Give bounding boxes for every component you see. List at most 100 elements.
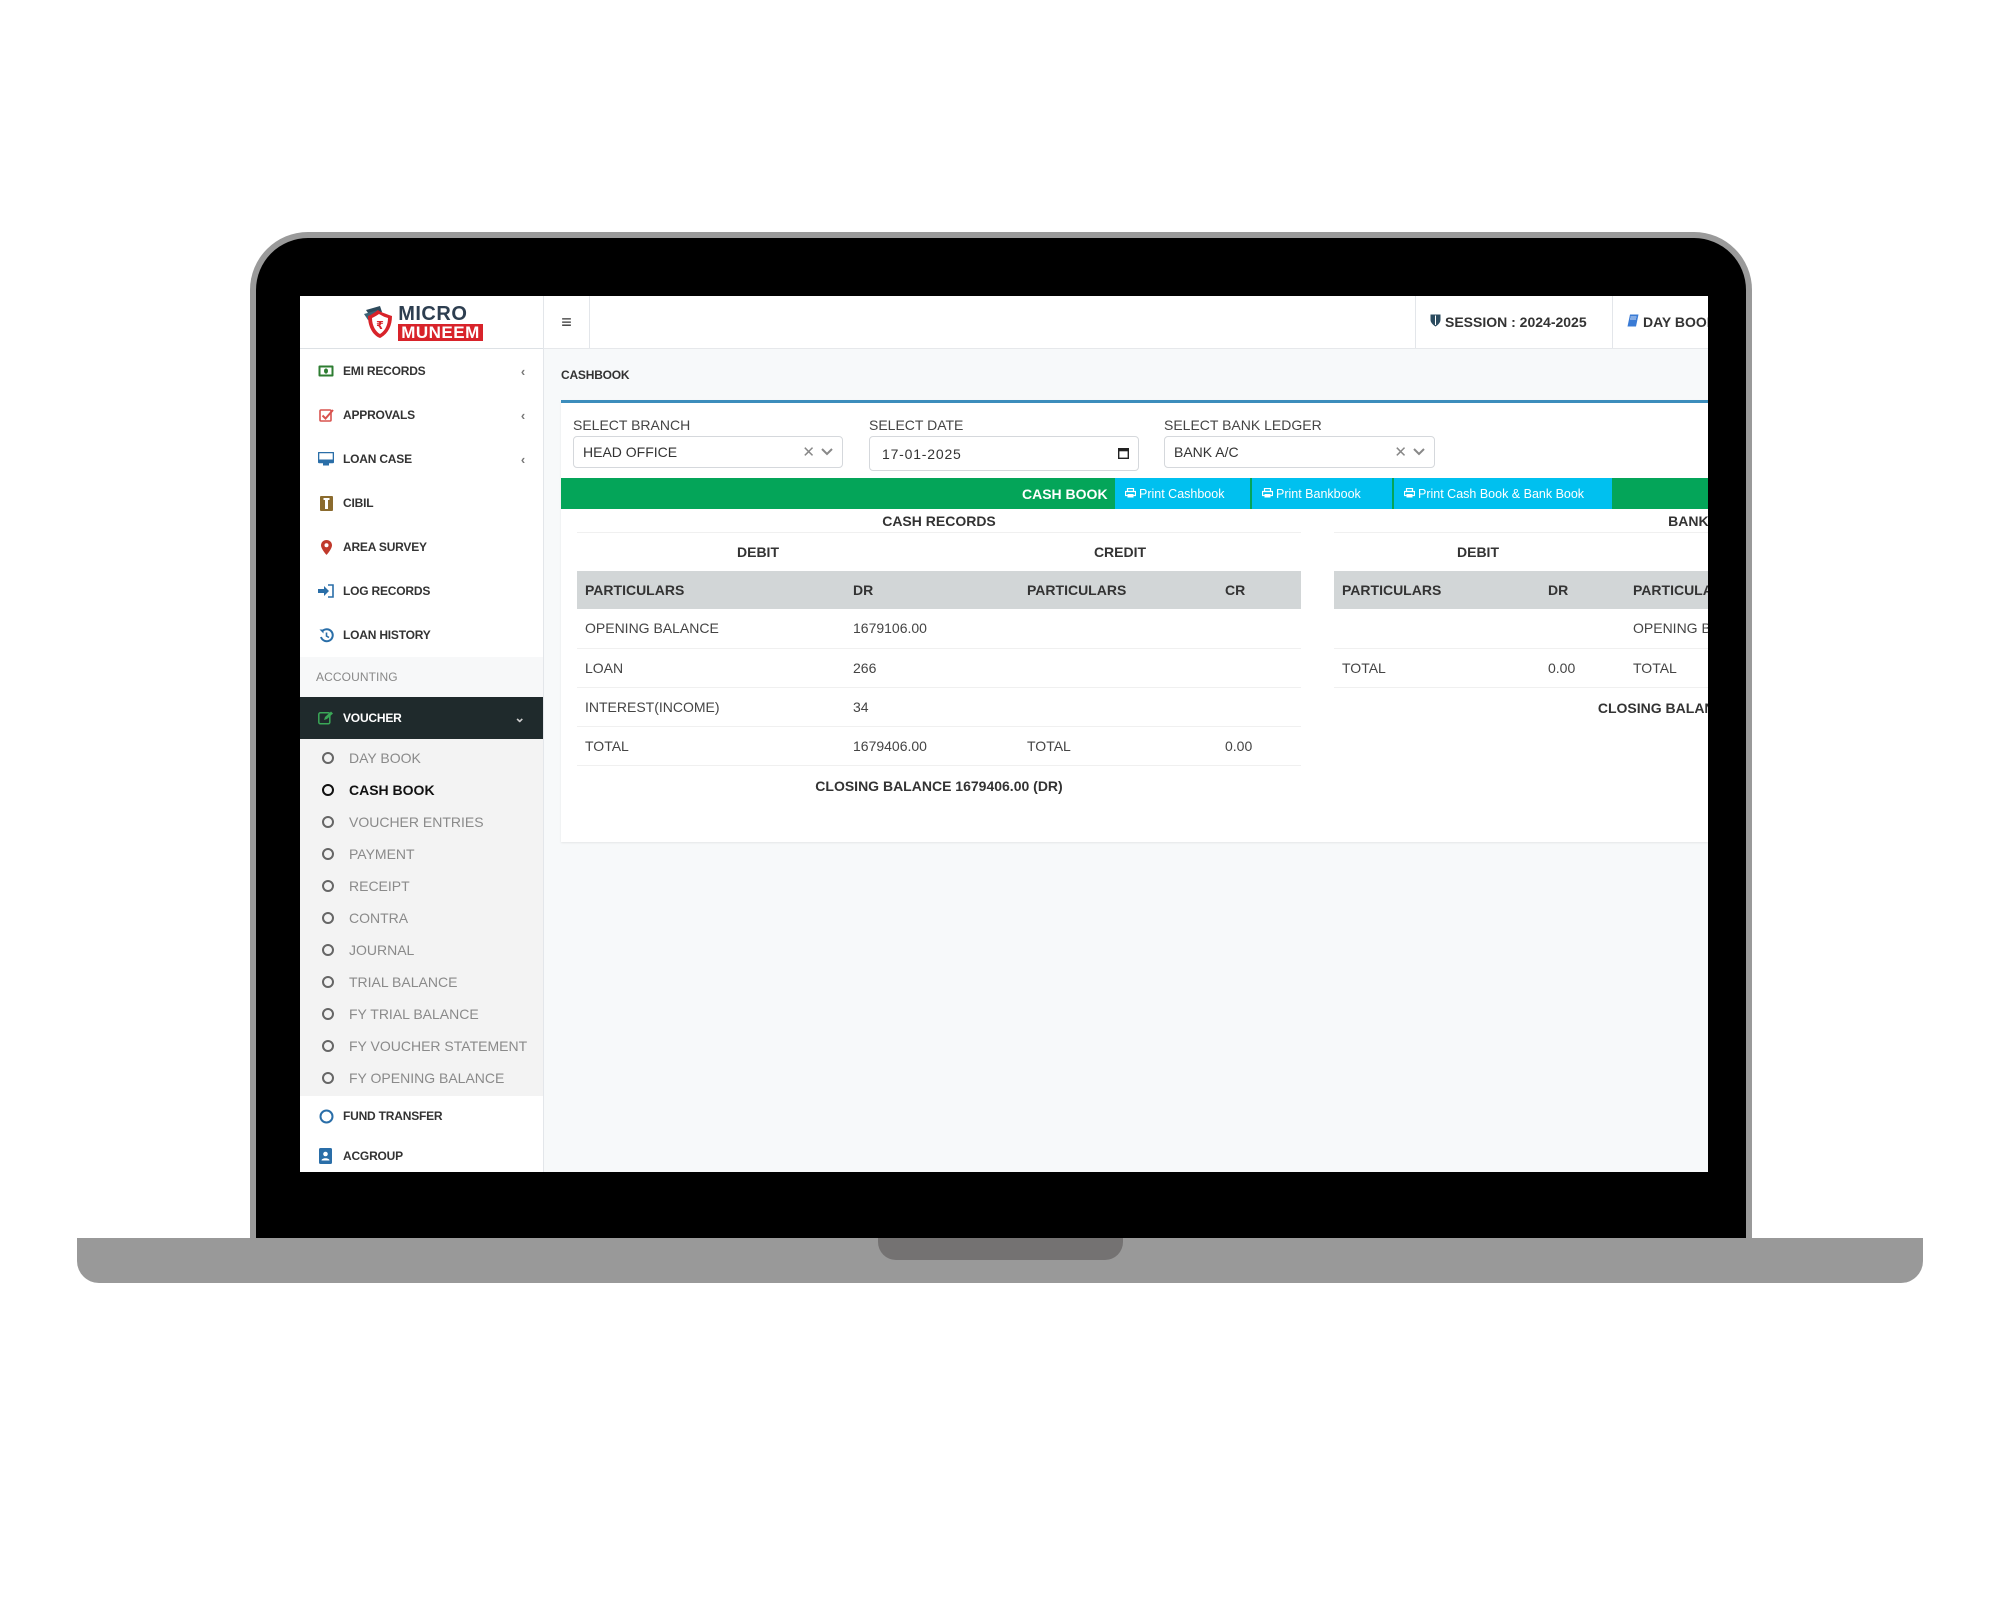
submenu-item-label: DAY BOOK: [349, 750, 421, 766]
clear-icon[interactable]: ✕: [802, 443, 815, 461]
bank-ledger-label: SELECT BANK LEDGER: [1164, 417, 1322, 433]
credit-label: CREDIT: [1093, 544, 1147, 560]
circle-icon: [322, 1008, 334, 1020]
bank-closing-balance: CLOSING BALANCE: [1597, 699, 1708, 716]
bank-ledger-filter: SELECT BANK LEDGER BANK A/C ✕: [1164, 417, 1435, 468]
voucher-submenu: DAY BOOK CASH BOOK VOUCHER ENTRIES PAYME…: [300, 739, 543, 1096]
book-icon: [1627, 314, 1639, 330]
date-input[interactable]: 17-01-2025: [869, 436, 1139, 471]
circle-icon: [322, 976, 334, 988]
table-cell: 0.00: [1540, 648, 1625, 688]
sidebar-item-loan-history[interactable]: LOAN HISTORY: [300, 613, 543, 657]
printer-icon: [1261, 487, 1274, 501]
sidebar-item-voucher[interactable]: VOUCHER ⌄: [300, 697, 543, 739]
cash-closing-balance: CLOSING BALANCE 1679406.00 (DR): [815, 777, 1063, 794]
sidebar-item-loan-case[interactable]: LOAN CASE ‹: [300, 437, 543, 481]
submenu-item-label: FY VOUCHER STATEMENT: [349, 1038, 528, 1054]
table-row: OPENING BALANCE 1679106.00: [577, 609, 1301, 649]
sidebar-item-area-survey[interactable]: AREA SURVEY: [300, 525, 543, 569]
circle-icon: [318, 1108, 334, 1124]
sidebar-item-approvals[interactable]: APPROVALS ‹: [300, 393, 543, 437]
table-cell: 1679106.00: [845, 609, 1019, 649]
table-cell: 1679406.00: [845, 726, 1019, 766]
submenu-item-label: FY TRIAL BALANCE: [349, 1006, 479, 1022]
submenu-item-fy-voucher-statement[interactable]: FY VOUCHER STATEMENT: [300, 1030, 543, 1062]
session-indicator[interactable]: SESSION : 2024-2025: [1415, 296, 1612, 348]
circle-icon: [322, 752, 334, 764]
column-header: PARTICULARS: [1019, 571, 1217, 609]
table-header-row: PARTICULARS DR PARTICULAI: [1334, 571, 1708, 609]
submenu-item-journal[interactable]: JOURNAL: [300, 934, 543, 966]
bank-records-title: BANK REC: [1334, 509, 1708, 533]
session-label: SESSION : 2024-2025: [1445, 314, 1587, 330]
checkbox-icon: [318, 407, 334, 423]
table-cell: TOTAL: [1019, 726, 1217, 766]
chevron-down-icon[interactable]: [821, 445, 833, 459]
column-header: PARTICULAI: [1625, 571, 1708, 609]
submenu-item-trial-balance[interactable]: TRIAL BALANCE: [300, 966, 543, 998]
table-cell: 266: [845, 648, 1019, 688]
cashbook-card: SELECT BRANCH HEAD OFFICE ✕ SELECT DATE …: [561, 400, 1708, 842]
column-header: DR: [845, 571, 1019, 609]
circle-icon: [322, 880, 334, 892]
clear-icon[interactable]: ✕: [1394, 443, 1407, 461]
sidebar-item-fund-transfer[interactable]: FUND TRANSFER: [300, 1096, 543, 1136]
calendar-icon[interactable]: [1117, 446, 1130, 462]
table-cell: 0.00: [1217, 726, 1301, 766]
submenu-item-payment[interactable]: PAYMENT: [300, 838, 543, 870]
print-cashbook-button[interactable]: Print Cashbook: [1115, 478, 1250, 509]
submenu-item-label: FY OPENING BALANCE: [349, 1070, 505, 1086]
submenu-item-day-book[interactable]: DAY BOOK: [300, 742, 543, 774]
debit-label: DEBIT: [1457, 544, 1499, 560]
brand-logo[interactable]: ₹ MICRO MUNEEM: [300, 296, 543, 349]
table-cell: [1019, 648, 1217, 688]
branch-label: SELECT BRANCH: [573, 417, 691, 433]
bank-ledger-select[interactable]: BANK A/C ✕: [1164, 436, 1435, 468]
chevron-left-icon: ‹: [520, 451, 525, 467]
day-book-link[interactable]: DAY BOOK: [1612, 296, 1708, 348]
cash-records-section: CASH RECORDS DEBIT CREDIT PARTICULARS DR…: [577, 509, 1301, 806]
id-badge-icon: [318, 495, 334, 511]
table-cell: TOTAL: [1625, 648, 1708, 688]
table-cell: [1334, 609, 1540, 649]
sidebar-item-acgroup[interactable]: ACGROUP: [300, 1136, 543, 1172]
table-cell: OPENING BA: [1625, 609, 1708, 649]
bank-records-table: PARTICULARS DR PARTICULAI OPENING BA TOT…: [1334, 571, 1708, 688]
map-marker-icon: [318, 539, 334, 555]
sidebar-item-emi-records[interactable]: EMI RECORDS ‹: [300, 349, 543, 393]
table-cell: OPENING BALANCE: [577, 609, 845, 649]
printer-icon: [1403, 487, 1416, 501]
branch-select[interactable]: HEAD OFFICE ✕: [573, 436, 843, 468]
sidebar-item-log-records[interactable]: LOG RECORDS: [300, 569, 543, 613]
sidebar-item-label: ACGROUP: [343, 1149, 403, 1163]
sidebar-item-label: APPROVALS: [343, 408, 415, 422]
date-value: 17-01-2025: [882, 445, 962, 462]
sidebar-item-label: LOAN CASE: [343, 452, 412, 466]
submenu-item-fy-opening-balance[interactable]: FY OPENING BALANCE: [300, 1062, 543, 1094]
chevron-down-icon[interactable]: [1413, 445, 1425, 459]
sidebar-item-cibil[interactable]: CIBIL: [300, 481, 543, 525]
table-cell: [1019, 687, 1217, 727]
submenu-item-fy-trial-balance[interactable]: FY TRIAL BALANCE: [300, 998, 543, 1030]
submenu-item-cash-book[interactable]: CASH BOOK: [300, 774, 543, 806]
column-header: CR: [1217, 571, 1301, 609]
submenu-item-voucher-entries[interactable]: VOUCHER ENTRIES: [300, 806, 543, 838]
sidebar-item-label: EMI RECORDS: [343, 364, 426, 378]
branch-value: HEAD OFFICE: [583, 444, 678, 460]
print-bankbook-button[interactable]: Print Bankbook: [1252, 478, 1392, 509]
history-icon: [318, 627, 334, 643]
table-row: INTEREST(INCOME) 34: [577, 687, 1301, 727]
submenu-item-receipt[interactable]: RECEIPT: [300, 870, 543, 902]
table-cell: 34: [845, 687, 1019, 727]
chevron-left-icon: ‹: [520, 363, 525, 379]
cashbook-toolbar: CASH BOOK Print Cashbook Print Bankbook …: [561, 478, 1708, 509]
print-cash-and-bank-book-button[interactable]: Print Cash Book & Bank Book: [1394, 478, 1612, 509]
subheader-spacer: [1622, 533, 1708, 571]
print-bankbook-label: Print Bankbook: [1276, 486, 1361, 501]
monitor-icon: [318, 451, 334, 467]
circle-icon: [322, 912, 334, 924]
menu-toggle-button[interactable]: ≡: [544, 296, 590, 348]
submenu-item-contra[interactable]: CONTRA: [300, 902, 543, 934]
sidebar-item-label: LOG RECORDS: [343, 584, 431, 598]
app-screen: ₹ MICRO MUNEEM EMI RECORDS ‹ APPROVALS ‹…: [300, 296, 1708, 1172]
